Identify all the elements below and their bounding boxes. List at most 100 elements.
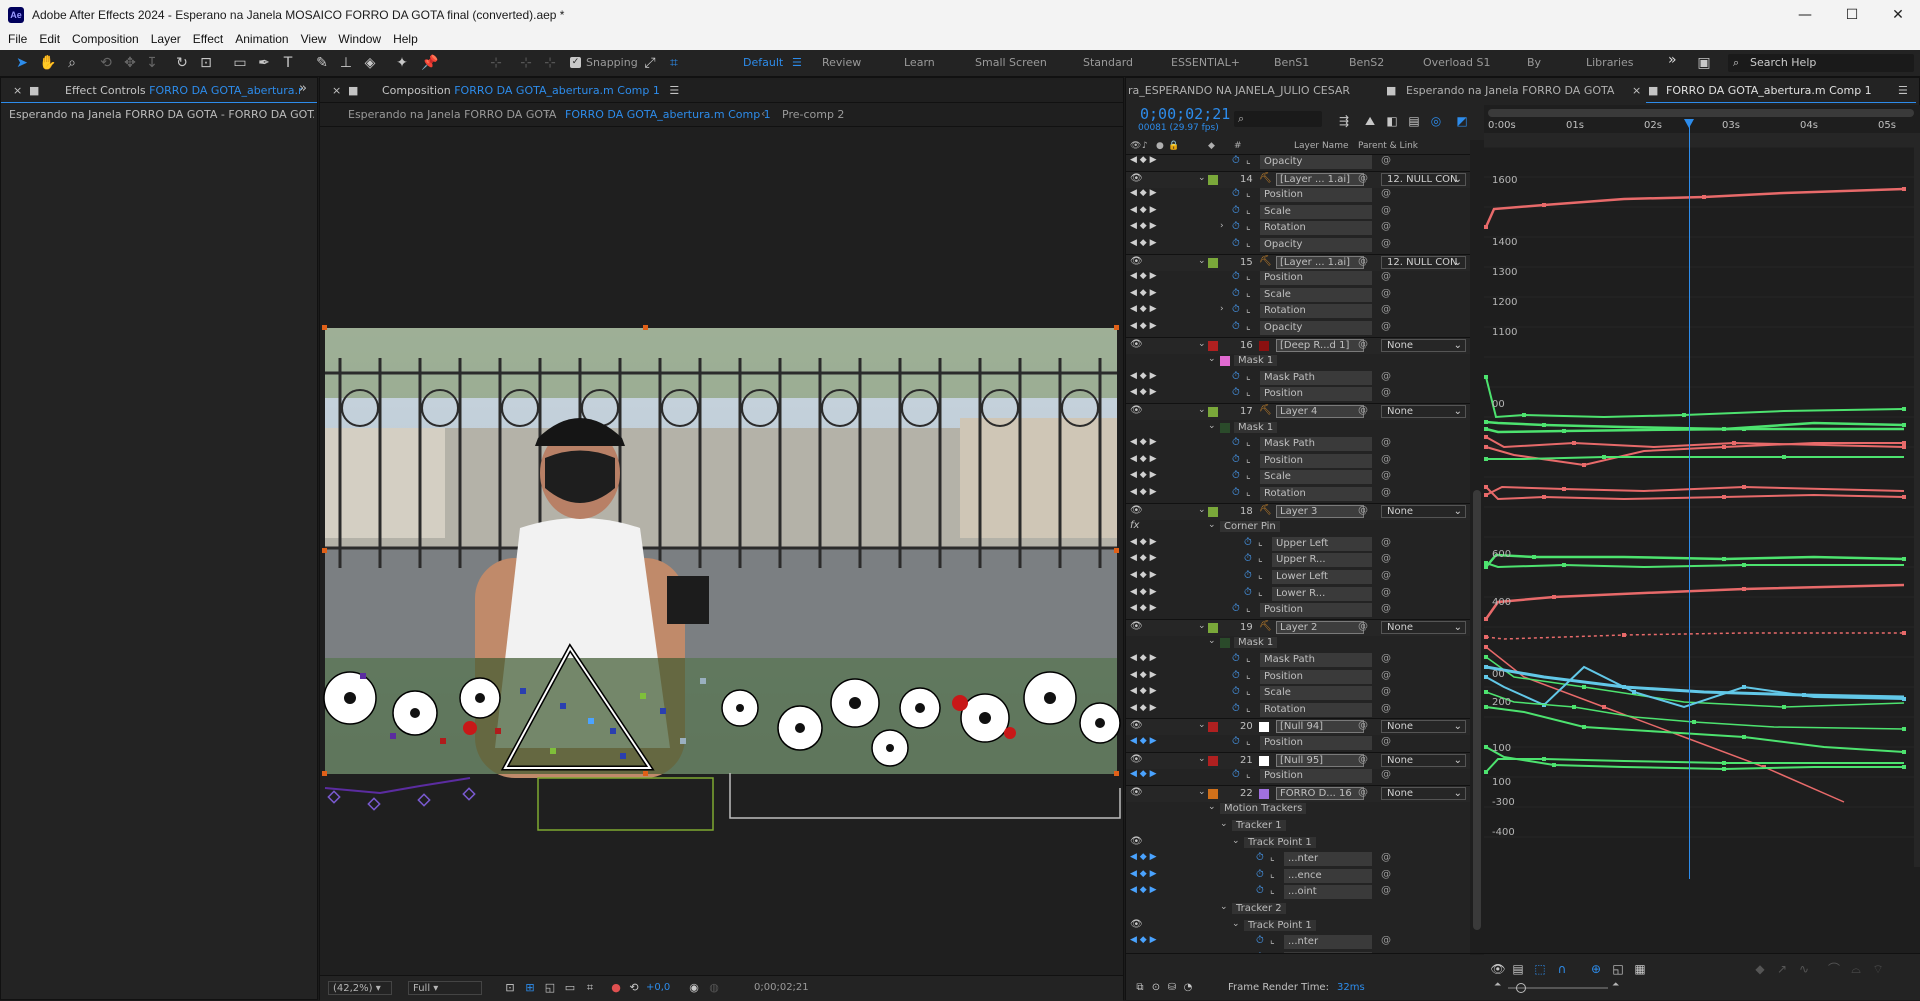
property-row[interactable]: ◀ ◆ ▶ ⏱ ⌞ Rotation @ [1126,702,1470,718]
easy-ease-in-icon[interactable]: ⌓ [1846,959,1866,979]
workspace-review[interactable]: Review [822,56,861,69]
expression-pickwhip-icon[interactable]: @ [1381,487,1391,498]
rectangle-tool-icon[interactable]: ▭ [230,53,250,73]
timeline-tab-lock-icon[interactable]: ■ [1648,84,1658,97]
property-row[interactable]: ◀ ◆ ▶ ⏱ ⌞ Opacity @ [1126,237,1470,253]
keyframe-navigator-icon[interactable]: ◀ ◆ ▶ [1130,537,1157,547]
graph-editor-set-icon[interactable]: ⌞ [1246,603,1251,614]
twirl-open-icon[interactable]: ⌄ [1220,902,1228,912]
expression-pickwhip-icon[interactable]: @ [1381,587,1391,598]
parent-dropdown[interactable]: None ⌄ [1381,338,1466,352]
twirl-open-icon[interactable]: ⌄ [1232,919,1240,929]
property-row[interactable]: ◀ ◆ ▶ ⏱ ⌞ Scale @ [1126,469,1470,485]
layer-name[interactable]: Layer 4 [1276,405,1364,418]
workspace-overflow-button[interactable]: » [1668,52,1677,68]
expression-pickwhip-icon[interactable]: @ [1381,304,1391,315]
property-row[interactable]: ◀ ◆ ▶ ⏱ ⌞ Position @ [1126,669,1470,685]
close-button[interactable]: ✕ [1878,4,1918,26]
eraser-tool-icon[interactable]: ◈ [360,53,380,73]
twirl-open-icon[interactable]: ⌄ [1208,520,1216,530]
keyframe-navigator-icon[interactable]: ◀ ◆ ▶ [1130,570,1157,580]
property-row[interactable]: ◀ ◆ ▶ ⏱ ⌞ Upper R... @ [1126,552,1470,568]
layer-row[interactable]: 👁 ⌄ 22 FORRO D... 16 @ None ⌄ [1126,784,1470,802]
menu-help[interactable]: Help [387,30,424,48]
visibility-eye-icon[interactable]: 👁 [1130,339,1144,350]
keyframe-navigator-icon[interactable]: ◀ ◆ ▶ [1130,188,1157,198]
time-ruler[interactable]: 0:00s 01s 02s 03s 04s 05s [1484,119,1920,133]
menu-edit[interactable]: Edit [33,30,66,48]
search-help-input[interactable]: ⌕ Search Help [1728,54,1914,72]
label-color-swatch[interactable] [1208,788,1218,799]
show-snapshot-icon[interactable]: ◍ [704,978,724,998]
keyframe-navigator-icon[interactable]: ◀ ◆ ▶ [1130,553,1157,563]
layer-list-scrollbar[interactable] [1470,140,1484,955]
timeline-tab-lock-icon[interactable]: ■ [1386,84,1396,97]
minimize-button[interactable]: — [1785,4,1825,26]
stopwatch-icon[interactable]: ⏱ [1232,188,1240,199]
graph-editor-set-icon[interactable]: ⌞ [1258,587,1263,598]
transparency-grid-icon[interactable]: ⊞ [520,978,540,998]
layer-row[interactable]: 👁 ⌄ 19 ⛏ Layer 2 @ None ⌄ [1126,618,1470,636]
composition-tab[interactable]: Composition FORRO DA GOTA_abertura.m Com… [382,84,679,97]
expression-pickwhip-icon[interactable]: @ [1381,869,1391,880]
menu-window[interactable]: Window [332,30,387,48]
graph-editor-set-icon[interactable]: ⌞ [1246,769,1251,780]
property-row[interactable]: ◀ ◆ ▶ ⏱ ⌞ Position @ [1126,735,1470,751]
layer-name[interactable]: [Null 95] [1276,753,1364,767]
stopwatch-icon[interactable]: ⏱ [1244,587,1252,598]
property-group-row[interactable]: ⌄ Mask 1 [1126,635,1470,651]
keyframe-navigator-icon[interactable]: ◀ ◆ ▶ [1130,885,1157,895]
stopwatch-icon[interactable]: ⏱ [1232,387,1240,398]
fast-previews-icon[interactable]: ⊡ [500,978,520,998]
effect-controls-lock-icon[interactable]: ■ [29,84,39,97]
render-time-icon[interactable]: ◔ [1178,978,1198,998]
zoom-tool-icon[interactable]: ⌕ [62,53,82,73]
property-row[interactable]: ◀ ◆ ▶ ⏱ ⌞ Rotation @ [1126,486,1470,502]
timeline-tab-esperando[interactable]: Esperando na Janela FORRO DA GOTA [1406,84,1614,97]
property-row[interactable]: ◀ ◆ ▶ ⏱ ⌞ Position @ [1126,270,1470,286]
label-color-swatch[interactable] [1208,622,1218,633]
stopwatch-icon[interactable]: ⏱ [1232,371,1240,382]
label-color-swatch[interactable] [1208,407,1218,417]
graph-editor-set-icon[interactable]: ⌞ [1246,686,1251,697]
graph-editor-set-icon[interactable]: ⌞ [1246,321,1251,332]
twirl-open-icon[interactable]: ⌄ [1198,754,1206,764]
twirl-closed-icon[interactable]: › [1220,304,1224,314]
keyframe-navigator-icon[interactable]: ◀ ◆ ▶ [1130,736,1157,746]
layer-name[interactable]: Layer 3 [1276,504,1364,518]
parent-dropdown[interactable]: None ⌄ [1381,620,1466,634]
twirl-open-icon[interactable]: ⌄ [1208,802,1216,812]
parent-dropdown[interactable]: 12. NULL CON ⌄ [1381,172,1466,186]
effect-controls-tab[interactable]: Effect Controls FORRO DA GOTA_abertura.r [65,84,303,97]
keyframe-navigator-icon[interactable]: ◀ ◆ ▶ [1130,470,1157,480]
property-row[interactable]: ◀ ◆ ▶ ⏱ ⌞ Position @ [1126,453,1470,469]
workspace-small-screen[interactable]: Small Screen [975,56,1047,69]
view-axis-icon[interactable]: ⊹ [540,53,560,73]
property-row[interactable]: ◀ ◆ ▶ ⏱ ⌞ Position @ [1126,768,1470,784]
exposure-reset-icon[interactable]: ⟲ [624,978,644,998]
graph-editor-set-icon[interactable]: ⌞ [1246,670,1251,681]
expression-pickwhip-icon[interactable]: @ [1381,188,1391,199]
expression-pickwhip-icon[interactable]: @ [1381,670,1391,681]
pick-whip-icon[interactable]: @ [1358,173,1368,184]
layer-name-header[interactable]: Layer Name [1294,141,1349,151]
property-row[interactable]: ◀ ◆ ▶ › ⏱ ⌞ Rotation @ [1126,220,1470,236]
stopwatch-icon[interactable]: ⏱ [1232,603,1240,614]
keyframe-navigator-icon[interactable]: ◀ ◆ ▶ [1130,670,1157,680]
label-color-swatch[interactable] [1208,722,1218,733]
keyframe-navigator-icon[interactable]: ◀ ◆ ▶ [1130,454,1157,464]
stopwatch-icon[interactable]: ⏱ [1232,653,1240,664]
mask-color-swatch[interactable] [1220,638,1230,649]
graph-editor-set-icon[interactable]: ⌞ [1246,371,1251,382]
pick-whip-icon[interactable]: @ [1358,256,1368,267]
workspace-menu-icon[interactable]: ☰ [792,56,802,69]
expression-pickwhip-icon[interactable]: @ [1381,769,1391,780]
stopwatch-icon[interactable]: ⏱ [1232,703,1240,714]
expression-pickwhip-icon[interactable]: @ [1381,155,1391,166]
expression-pickwhip-icon[interactable]: @ [1381,387,1391,398]
viewer-timecode[interactable]: 0;00;02;21 [754,982,809,993]
workspace-bens2[interactable]: BenS2 [1349,56,1384,69]
visibility-eye-icon[interactable]: 👁 [1130,621,1144,632]
twirl-open-icon[interactable]: ⌄ [1198,720,1206,730]
twirl-open-icon[interactable]: ⌄ [1198,256,1206,266]
